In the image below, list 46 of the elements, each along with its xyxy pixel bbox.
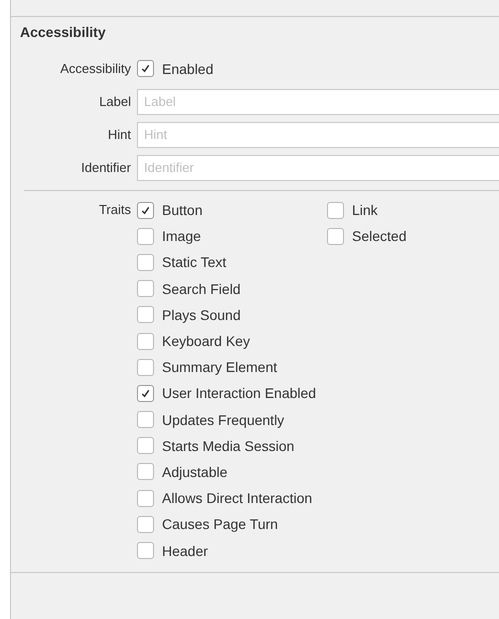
checkbox[interactable]: [137, 254, 154, 271]
checkbox-option[interactable]: Link: [327, 197, 406, 224]
section-title: Accessibility: [20, 24, 107, 40]
checkbox-option[interactable]: Keyboard Key: [137, 328, 327, 354]
checkbox[interactable]: [137, 60, 154, 77]
checkbox-option[interactable]: Static Text: [137, 249, 327, 276]
checkbox-option[interactable]: User Interaction Enabled: [137, 380, 327, 406]
checkbox-option[interactable]: Plays Sound: [137, 302, 327, 328]
checkbox[interactable]: [137, 411, 154, 428]
checkbox[interactable]: [137, 516, 154, 533]
checkbox-option[interactable]: Starts Media Session: [137, 432, 327, 459]
text-field[interactable]: Hint: [137, 122, 499, 148]
field-label: Identifier: [80, 160, 132, 175]
checkbox[interactable]: [137, 490, 154, 507]
checkbox-option[interactable]: Summary Element: [137, 354, 327, 380]
field-label: Label: [98, 94, 132, 109]
checkbox-option[interactable]: Button: [137, 197, 327, 224]
checkbox[interactable]: [137, 463, 154, 480]
checkbox[interactable]: [137, 306, 154, 324]
field-label: Traits: [98, 201, 132, 219]
checkbox-option[interactable]: Adjustable: [137, 458, 327, 486]
checkbox[interactable]: [137, 358, 154, 376]
checkmark-icon: [140, 63, 151, 74]
checkmark-icon: [140, 388, 151, 399]
checkbox[interactable]: [137, 202, 154, 219]
checkbox[interactable]: [137, 384, 154, 402]
checkbox[interactable]: [327, 228, 344, 245]
checkbox-option[interactable]: Updates Frequently: [137, 406, 327, 433]
checkbox[interactable]: [137, 280, 154, 298]
field-label: Hint: [106, 127, 132, 142]
checkbox[interactable]: [137, 437, 154, 454]
checkbox-option[interactable]: Selected: [327, 223, 406, 250]
checkmark-icon: [140, 204, 151, 216]
checkbox[interactable]: [137, 332, 154, 350]
checkbox[interactable]: [137, 542, 154, 560]
checkbox-option[interactable]: Allows Direct Interaction: [137, 485, 327, 512]
checkbox-option[interactable]: Causes Page Turn: [137, 511, 327, 538]
checkbox[interactable]: [327, 202, 344, 219]
text-field[interactable]: Identifier: [137, 154, 499, 180]
field-label: Accessibility: [59, 61, 132, 76]
text-field[interactable]: Label: [137, 88, 499, 114]
checkbox-option[interactable]: Header: [137, 537, 327, 564]
checkbox-option[interactable]: Image: [137, 223, 327, 250]
checkbox[interactable]: [137, 228, 154, 245]
checkbox-option[interactable]: Search Field: [137, 276, 327, 302]
checkbox-option[interactable]: Enabled: [137, 55, 214, 82]
